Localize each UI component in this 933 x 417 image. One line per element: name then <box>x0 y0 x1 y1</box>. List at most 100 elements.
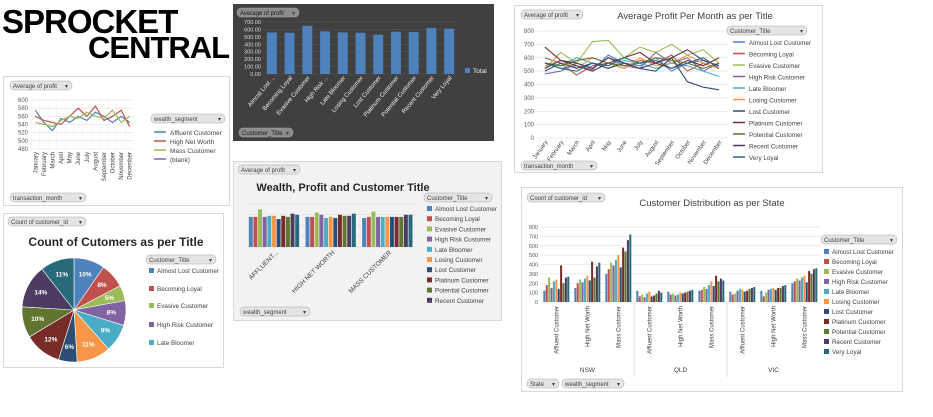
legend-entry: High Net Worth <box>170 139 215 146</box>
legend-swatch <box>427 226 432 232</box>
chart-customer-distribution-state-svg: Count of customer_id ▾ Customer Distributi… <box>526 192 898 389</box>
chart-avg-profit-month-title[interactable]: Average of profit ▾ Average Profit Per Mon… <box>514 5 823 173</box>
slice-label: 11% <box>82 342 95 349</box>
y-tick-label: 100 <box>524 123 535 129</box>
y-tick-label: 100.00 <box>244 65 261 71</box>
y-tick-label: 400 <box>529 263 538 269</box>
x-tick-label: December <box>128 152 134 180</box>
bar <box>314 212 319 247</box>
bar <box>707 285 710 302</box>
x-tick-label: July <box>634 140 645 152</box>
legend-entry: Losing Customer <box>435 257 483 264</box>
y-tick-label: 800 <box>524 29 535 35</box>
bar <box>389 216 394 247</box>
y-tick-label: 0 <box>535 300 538 306</box>
field-button-average-profit-label: Average of profit <box>240 11 284 17</box>
chart-profit-by-title-svg: Average of profit ▾ 700.00600.00 500.00400.… <box>236 7 487 138</box>
legend-button-customer-title-label: Customer_Title <box>149 258 190 264</box>
chart-customer-count-pie[interactable]: Count of customer_id ▾ Count of Cutomers a… <box>3 213 224 368</box>
bar <box>796 278 799 302</box>
bar <box>624 251 627 302</box>
x-tick-label-segment: Mass Customer <box>803 306 809 348</box>
x-tick-label: November <box>119 152 125 180</box>
bar <box>266 32 277 74</box>
bar <box>337 32 348 74</box>
x-tick-label-segment: High Net Worth <box>679 306 685 347</box>
field-button-count-customer-id-arrow-icon: ▾ <box>79 220 82 226</box>
bar <box>772 287 775 302</box>
bar <box>645 293 648 302</box>
bar <box>612 265 615 302</box>
bar <box>588 280 591 302</box>
legend-swatch <box>824 279 829 284</box>
x-tick-label: February <box>42 152 48 176</box>
bar <box>545 285 548 302</box>
row-button-transaction-month-arrow-icon: ▾ <box>590 164 593 170</box>
x-tick-label-state: NSW <box>580 367 596 374</box>
filter-button-customer-title-arrow-icon: ▾ <box>286 131 289 137</box>
legend-entry: Losing Customer <box>749 98 797 105</box>
y-tick-label: 600 <box>18 98 29 104</box>
bar <box>248 216 253 247</box>
y-tick-label: 100 <box>529 291 538 297</box>
bar <box>548 277 551 302</box>
bar <box>284 32 295 74</box>
bar <box>310 216 315 247</box>
x-tick-label-segment: Mass Customer <box>617 306 623 348</box>
bar <box>812 269 815 302</box>
chart-wealth-profit-title[interactable]: Average of profit ▾ Wealth, Profit and Cus… <box>233 161 502 321</box>
bar <box>579 279 582 302</box>
bar <box>805 282 808 302</box>
y-tick-label: 300 <box>529 272 538 278</box>
bar <box>376 216 381 247</box>
chart-profit-by-title-dark[interactable]: Average of profit ▾ 700.00 600.00 500.00 400.… <box>233 4 494 141</box>
bar <box>686 291 689 302</box>
legend-button-wealth-segment-arrow-icon: ▾ <box>218 117 221 123</box>
x-tick-label-state: QLD <box>674 367 688 374</box>
bar <box>734 293 737 302</box>
bar <box>710 281 713 302</box>
legend-entry: Potential Customer <box>749 132 803 139</box>
y-tick-label: 500.00 <box>244 35 261 41</box>
legend-swatch <box>824 249 829 254</box>
bar <box>267 215 272 247</box>
bar <box>362 217 367 247</box>
x-tick-label: HIGH NET WORTH <box>291 249 337 295</box>
bar <box>337 214 342 247</box>
bar <box>705 288 708 302</box>
slice-label: 10% <box>31 316 44 323</box>
slice-label: 10% <box>79 271 92 278</box>
x-tick-label: June <box>76 151 82 165</box>
bar <box>746 290 749 302</box>
legend-button-customer-title-label: Customer_Title <box>427 196 468 202</box>
chart-title: Average Profit Per Month as per Title <box>617 11 773 22</box>
bar <box>342 215 347 247</box>
legend-button-customer-title-arrow-icon: ▾ <box>485 196 488 202</box>
bar <box>767 289 770 302</box>
legend-entry: Recent Customer <box>435 298 484 305</box>
chart-profit-by-month[interactable]: Average of profit ▾ 600 580 560 540 520 500 480 J… <box>3 76 230 206</box>
bar <box>679 292 682 302</box>
legend-entry: Very Loyal <box>832 349 861 356</box>
bar <box>328 216 333 247</box>
row-button-wealth-segment-arrow-icon: ▾ <box>617 382 620 388</box>
bar <box>373 34 384 74</box>
bar <box>712 286 715 302</box>
y-tick-label: 700.00 <box>244 20 261 26</box>
legend-swatch <box>427 236 432 242</box>
chart-customer-distribution-state[interactable]: Count of customer_id ▾ Customer Distributi… <box>521 187 903 392</box>
field-button-average-profit-arrow-icon: ▾ <box>293 168 296 174</box>
field-button-count-customer-id-arrow-icon: ▾ <box>598 196 601 202</box>
legend-entry: Lost Customer <box>435 267 476 274</box>
legend-swatch <box>427 297 432 303</box>
bar <box>622 247 625 302</box>
y-tick-label: 700 <box>529 234 538 240</box>
field-button-average-profit-label: Average of profit <box>241 168 285 174</box>
bar <box>302 25 313 74</box>
legend-entry: Becoming Loyal <box>832 259 877 266</box>
slice-label: 9% <box>101 327 111 334</box>
bar <box>276 219 281 247</box>
y-tick-label: 0 <box>531 136 535 142</box>
chart-title: Wealth, Profit and Customer Title <box>256 182 429 194</box>
legend-entry: Mass Customer <box>170 148 216 155</box>
